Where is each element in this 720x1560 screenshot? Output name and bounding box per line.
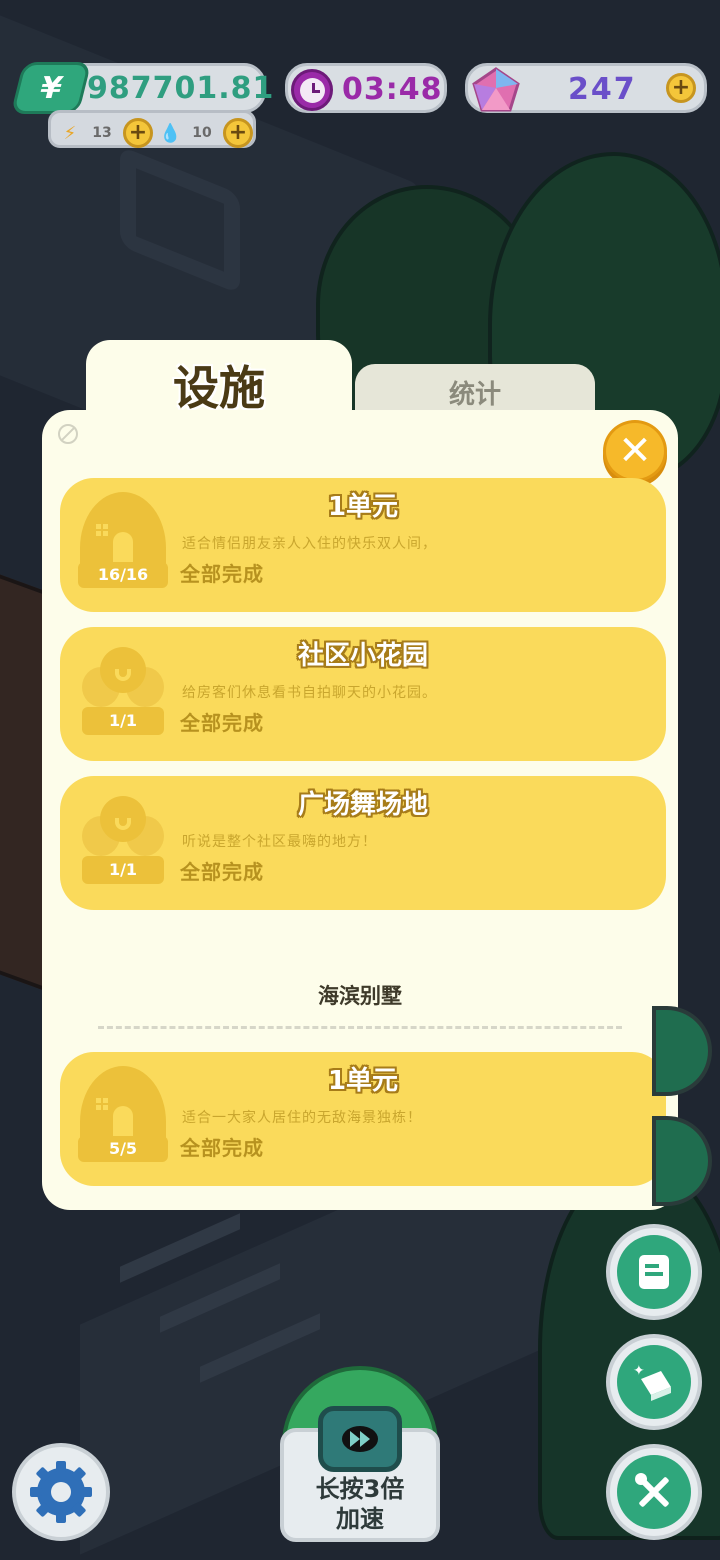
build-tools-button[interactable] <box>606 1444 702 1540</box>
document-icon <box>639 1255 669 1289</box>
speed-label-line2: 加速 <box>336 1505 384 1533</box>
facility-description: 适合一大家人居住的无敌海景独栋！ <box>182 1110 422 1126</box>
close-button[interactable]: ✕ <box>603 420 667 482</box>
gem-counter: 247 + <box>465 63 707 113</box>
facility-description: 听说是整个社区最嗨的地方！ <box>182 834 377 850</box>
facility-card[interactable]: 5/5 1单元 适合一大家人居住的无敌海景独栋！ 全部完成 <box>60 1052 666 1186</box>
facility-card[interactable]: 16/16 1单元 适合情侣朋友亲人入住的快乐双人间， 全部完成 <box>60 478 666 612</box>
lightning-icon: ⚡ <box>63 122 77 144</box>
tools-icon <box>635 1473 669 1507</box>
svg-text:✦: ✦ <box>633 1363 645 1379</box>
unit-count: 5/5 <box>78 1136 168 1162</box>
unit-count: 1/1 <box>82 707 164 735</box>
tab-label: 统计 <box>448 380 501 410</box>
add-energy-button[interactable]: + <box>123 118 153 148</box>
unit-count: 1/1 <box>82 856 164 884</box>
settings-button[interactable] <box>12 1443 110 1541</box>
yuan-icon: ¥ <box>10 62 92 114</box>
timer-display: 03:48 <box>285 63 447 113</box>
section-title: 海滨别墅 <box>318 984 402 1008</box>
facility-description: 给房客们休息看书自拍聊天的小花园。 <box>182 685 437 701</box>
energy-counter: ⚡ 13 + <box>59 118 153 148</box>
facility-status: 全部完成 <box>180 860 264 884</box>
timer-value: 03:48 <box>342 72 443 107</box>
clock-icon <box>291 69 333 111</box>
section-divider <box>98 1026 622 1029</box>
energy-value: 13 <box>92 125 112 141</box>
facility-name: 1单元 <box>327 492 399 522</box>
water-value: 10 <box>192 125 212 141</box>
resource-bar: ⚡ 13 + 💧 10 + <box>48 110 256 148</box>
tv-fast-forward-icon <box>318 1406 402 1472</box>
sparkle-box-icon: ✦ <box>633 1363 671 1401</box>
money-counter: ¥ 987701.81 <box>10 62 273 114</box>
speed-label-line1: 长按3倍 <box>315 1475 405 1503</box>
facility-status: 全部完成 <box>180 711 264 735</box>
tab-label: 设施 <box>173 361 265 415</box>
decor-button[interactable]: ✦ <box>606 1334 702 1430</box>
facility-card[interactable]: 1/1 社区小花园 给房客们休息看书自拍聊天的小花园。 全部完成 <box>60 627 666 761</box>
facility-name: 社区小花园 <box>297 641 428 671</box>
add-gems-button[interactable]: + <box>666 73 696 103</box>
tasks-button[interactable] <box>606 1224 702 1320</box>
unit-count: 16/16 <box>78 562 168 588</box>
facility-status: 全部完成 <box>180 562 264 586</box>
water-counter: 💧 10 + <box>159 118 253 148</box>
gear-icon <box>30 1461 92 1523</box>
facility-status: 全部完成 <box>180 1136 264 1160</box>
water-drop-icon: 💧 <box>159 122 182 144</box>
money-value: 987701.81 <box>87 71 275 106</box>
facility-name: 1单元 <box>327 1066 399 1096</box>
diamond-icon <box>472 67 520 112</box>
add-water-button[interactable]: + <box>223 118 253 148</box>
close-icon: ✕ <box>618 428 652 474</box>
facility-description: 适合情侣朋友亲人入住的快乐双人间， <box>182 536 437 552</box>
facility-name: 广场舞场地 <box>297 790 428 820</box>
no-symbol-icon <box>58 424 78 444</box>
facility-card[interactable]: 1/1 广场舞场地 听说是整个社区最嗨的地方！ 全部完成 <box>60 776 666 910</box>
speed-up-button[interactable]: 长按3倍 加速 <box>280 1366 440 1542</box>
gem-value: 247 <box>568 72 637 107</box>
